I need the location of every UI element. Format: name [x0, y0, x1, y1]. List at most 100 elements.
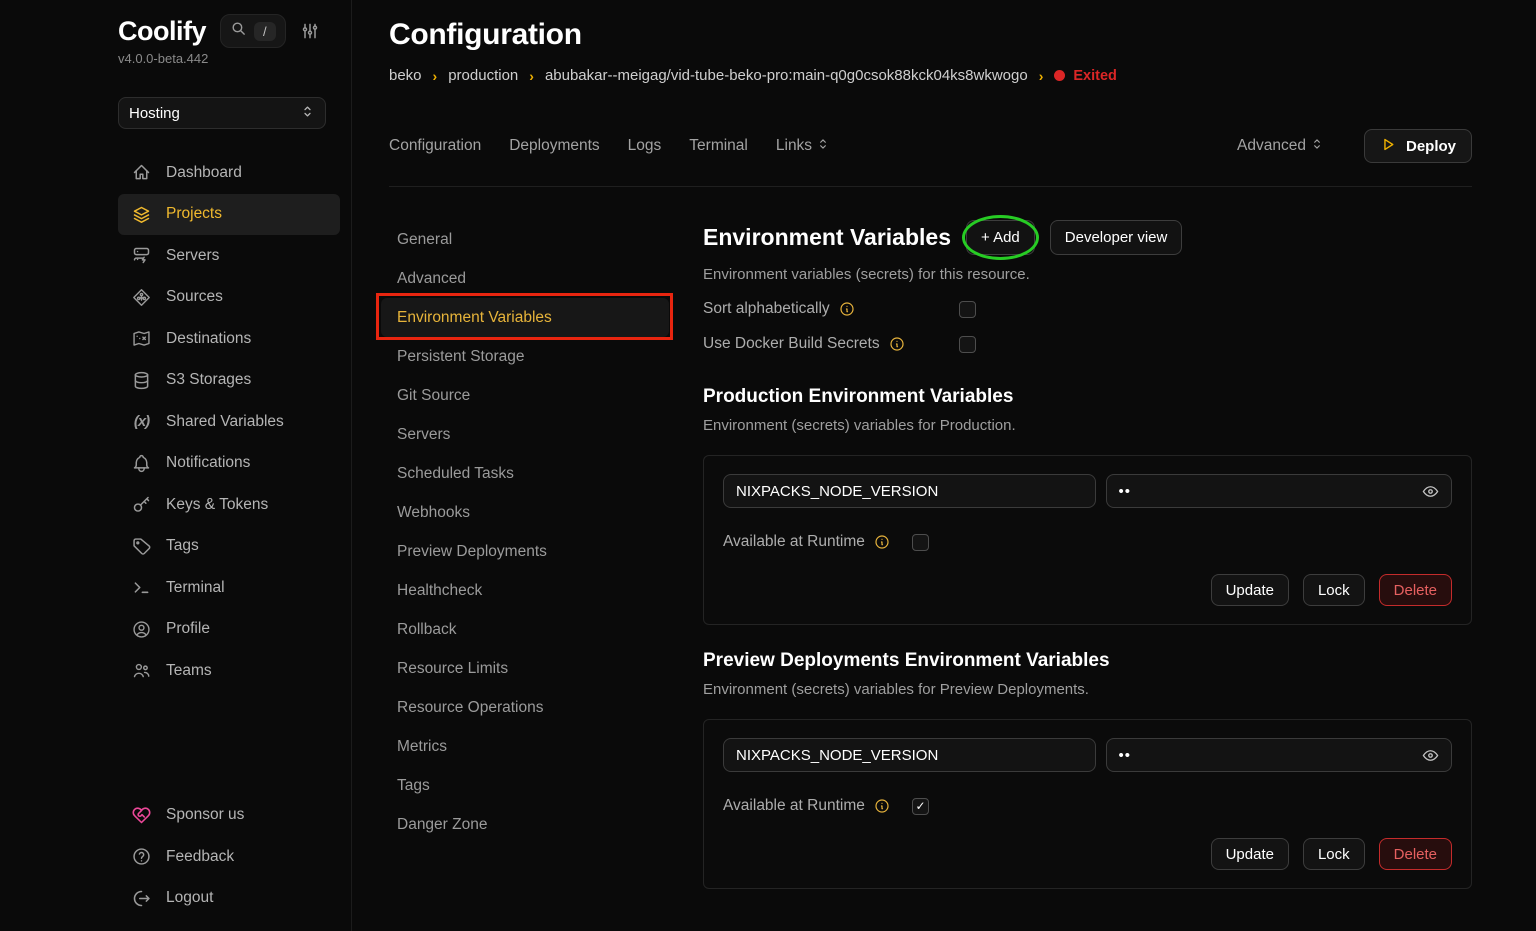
subnav-tags[interactable]: Tags — [381, 766, 669, 805]
sidebar-item-servers[interactable]: Servers — [118, 235, 340, 277]
breadcrumb: beko › production › abubakar--meigag/vid… — [389, 67, 1472, 84]
docker-build-secrets-checkbox[interactable] — [959, 336, 976, 353]
play-icon — [1380, 136, 1397, 157]
user-circle-icon — [131, 619, 152, 640]
workspace-selector[interactable]: Hosting — [118, 97, 326, 129]
stack-icon — [131, 204, 152, 225]
sidebar-item-label: Teams — [166, 662, 212, 680]
breadcrumb-resource[interactable]: abubakar--meigag/vid-tube-beko-pro:main-… — [545, 67, 1028, 84]
sidebar-item-feedback[interactable]: Feedback — [118, 836, 340, 878]
eye-icon[interactable] — [1421, 746, 1440, 765]
panel-description: Environment variables (secrets) for this… — [703, 266, 1472, 283]
subnav-item-label: Environment Variables — [397, 309, 552, 326]
variable-key-input[interactable] — [723, 474, 1096, 508]
subnav-environment-variables[interactable]: Environment Variables — [381, 298, 669, 337]
info-icon — [874, 534, 890, 550]
subnav-danger-zone[interactable]: Danger Zone — [381, 805, 669, 844]
update-button[interactable]: Update — [1211, 838, 1289, 870]
bell-icon — [131, 453, 152, 474]
chevron-right-icon: › — [529, 68, 534, 84]
subnav-rollback[interactable]: Rollback — [381, 610, 669, 649]
subnav-webhooks[interactable]: Webhooks — [381, 493, 669, 532]
main-area: Configuration beko › production › abubak… — [352, 0, 1536, 931]
subnav-metrics[interactable]: Metrics — [381, 727, 669, 766]
subnav-resource-operations[interactable]: Resource Operations — [381, 688, 669, 727]
subnav-healthcheck[interactable]: Healthcheck — [381, 571, 669, 610]
subnav-git-source[interactable]: Git Source — [381, 376, 669, 415]
sidebar-item-teams[interactable]: Teams — [118, 650, 340, 692]
app-version: v4.0.0-beta.442 — [118, 51, 340, 66]
subnav-servers[interactable]: Servers — [381, 415, 669, 454]
sort-alphabetically-checkbox[interactable] — [959, 301, 976, 318]
tab-links[interactable]: Links — [776, 137, 830, 156]
add-variable-button[interactable]: + Add — [966, 220, 1035, 255]
variable-value-input[interactable] — [1106, 474, 1453, 508]
users-icon — [131, 660, 152, 681]
sidebar-item-label: Sources — [166, 288, 223, 306]
subnav-advanced[interactable]: Advanced — [381, 259, 669, 298]
variable-key-input[interactable] — [723, 738, 1096, 772]
eye-icon[interactable] — [1421, 482, 1440, 501]
tab-logs[interactable]: Logs — [628, 137, 662, 155]
preview-section-title: Preview Deployments Environment Variable… — [703, 650, 1472, 672]
update-button[interactable]: Update — [1211, 574, 1289, 606]
variable-value-input[interactable] — [1106, 738, 1453, 772]
sidebar-item-sources[interactable]: Sources — [118, 277, 340, 319]
logout-icon — [131, 888, 152, 909]
workspace-selector-value: Hosting — [129, 105, 180, 122]
tag-icon — [131, 536, 152, 557]
subnav-resource-limits[interactable]: Resource Limits — [381, 649, 669, 688]
sidebar-item-destinations[interactable]: Destinations — [118, 318, 340, 360]
variable-icon: (x) — [131, 413, 152, 430]
search-shortcut-key: / — [254, 22, 276, 41]
breadcrumb-project[interactable]: beko — [389, 67, 422, 84]
sidebar-item-s3-storages[interactable]: S3 Storages — [118, 360, 340, 402]
available-at-runtime-label: Available at Runtime — [723, 533, 865, 551]
preview-section-description: Environment (secrets) variables for Prev… — [703, 681, 1472, 698]
lock-button[interactable]: Lock — [1303, 838, 1365, 870]
subnav-general[interactable]: General — [381, 220, 669, 259]
add-variable-button-label: + Add — [981, 229, 1020, 246]
sidebar-item-tags[interactable]: Tags — [118, 526, 340, 568]
delete-button[interactable]: Delete — [1379, 574, 1452, 606]
settings-subnav: General Advanced Environment Variables P… — [381, 220, 669, 931]
tab-deployments[interactable]: Deployments — [509, 137, 599, 155]
sidebar-item-keys-tokens[interactable]: Keys & Tokens — [118, 484, 340, 526]
lock-button[interactable]: Lock — [1303, 574, 1365, 606]
sidebar-item-label: Terminal — [166, 579, 225, 597]
sidebar-item-shared-variables[interactable]: (x) Shared Variables — [118, 401, 340, 443]
advanced-dropdown[interactable]: Advanced — [1237, 137, 1324, 156]
available-at-runtime-checkbox[interactable] — [912, 534, 929, 551]
help-circle-icon — [131, 846, 152, 867]
sidebar-item-profile[interactable]: Profile — [118, 609, 340, 651]
sidebar-item-dashboard[interactable]: Dashboard — [118, 152, 340, 194]
deploy-button[interactable]: Deploy — [1364, 129, 1472, 163]
breadcrumb-environment[interactable]: production — [448, 67, 518, 84]
sidebar-item-terminal[interactable]: Terminal — [118, 567, 340, 609]
database-icon — [131, 370, 152, 391]
key-icon — [131, 494, 152, 515]
subnav-scheduled-tasks[interactable]: Scheduled Tasks — [381, 454, 669, 493]
preview-variable-card: Available at Runtime ✓ Update Lock Delet… — [703, 719, 1472, 889]
status-dot-icon — [1054, 70, 1065, 81]
tab-terminal[interactable]: Terminal — [689, 137, 748, 155]
delete-button[interactable]: Delete — [1379, 838, 1452, 870]
subnav-preview-deployments[interactable]: Preview Deployments — [381, 532, 669, 571]
settings-sliders-icon[interactable] — [300, 21, 320, 41]
server-icon — [131, 245, 152, 266]
sidebar-footer: Sponsor us Feedback Logout — [118, 795, 340, 920]
status-text: Exited — [1073, 68, 1117, 84]
search-button[interactable]: / — [220, 14, 286, 48]
sidebar-item-projects[interactable]: Projects — [118, 194, 340, 236]
sidebar-item-notifications[interactable]: Notifications — [118, 443, 340, 485]
terminal-icon — [131, 577, 152, 598]
sidebar-item-sponsor[interactable]: Sponsor us — [118, 795, 340, 837]
info-icon — [889, 336, 905, 352]
production-variable-card: Available at Runtime Update Lock Delete — [703, 455, 1472, 625]
developer-view-button[interactable]: Developer view — [1050, 220, 1183, 255]
tab-configuration[interactable]: Configuration — [389, 137, 481, 155]
available-at-runtime-label: Available at Runtime — [723, 797, 865, 815]
available-at-runtime-checkbox[interactable]: ✓ — [912, 798, 929, 815]
subnav-persistent-storage[interactable]: Persistent Storage — [381, 337, 669, 376]
sidebar-item-logout[interactable]: Logout — [118, 878, 340, 920]
